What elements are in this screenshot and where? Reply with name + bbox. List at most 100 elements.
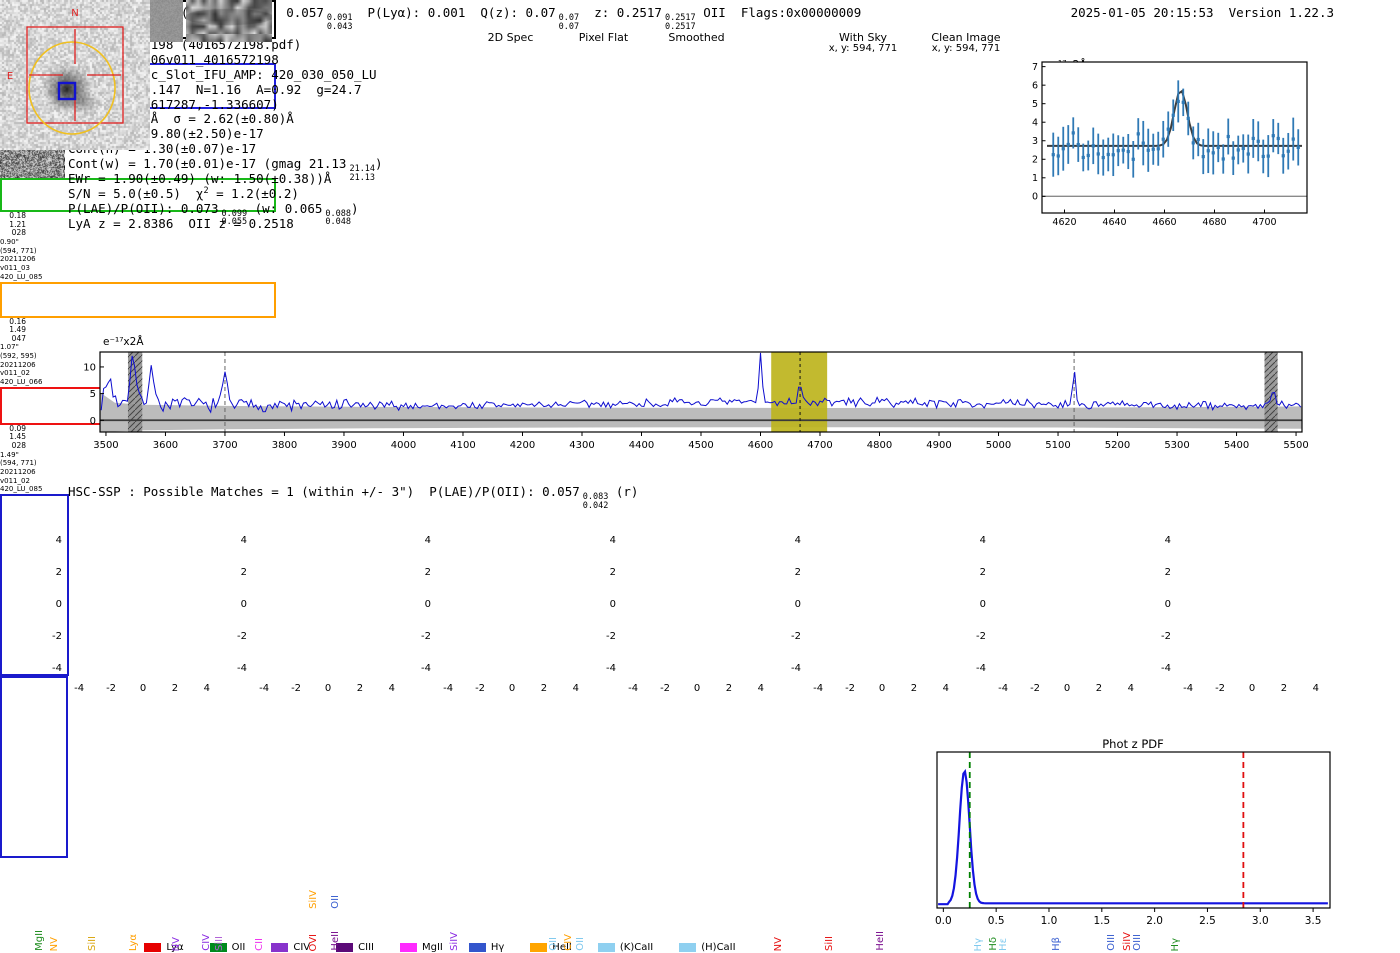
svg-text:5500: 5500 [1283,440,1308,451]
svg-text:4: 4 [1032,118,1038,129]
svg-text:3900: 3900 [331,440,356,451]
spec2d-row-left-label: 0.16 1.49 047 [9,316,26,343]
cutout-xtick: 2 [171,683,179,694]
emission-line-label: SiIV [308,890,319,909]
cutout-ytick: -4 [791,662,801,674]
cutout-xtick: 4 [1312,683,1320,694]
legend-item: OII [209,942,246,953]
emission-line-label: OII [330,895,341,909]
svg-text:5100: 5100 [1045,440,1070,451]
cutout-ytick: 4 [794,535,801,547]
svg-text:1.5: 1.5 [1093,915,1110,927]
legend-label: HeII [552,942,572,953]
photz-plot: 0.0 0.5 1.0 1.5 2.0 2.5 3.0 3.5 [935,751,1331,927]
cutout-ytick: -4 [52,662,62,674]
cutout-ytick: 0 [609,599,616,610]
cutout-ytick: 0 [1164,599,1171,610]
cutout-xtick: -2 [660,683,671,694]
svg-text:5400: 5400 [1224,440,1249,451]
cutout-ytick: 2 [240,567,247,579]
svg-text:3800: 3800 [272,440,297,451]
cutout-ytick: 4 [55,535,62,547]
spec2d-row-right-label: 1.49" (594, 771) 20211206 v011_02 420_LU… [0,450,43,494]
timestamp: 2025-01-05 20:15:53 [1070,5,1214,20]
cutout-xtick: -4 [259,683,270,694]
info-line: S/N = 5.0(±0.5) χ2 = 1.2(±0.2) [68,185,299,202]
svg-text:4700: 4700 [1252,217,1276,228]
svg-text:0.5: 0.5 [988,915,1005,927]
cutout-xtick: -4 [443,683,454,694]
svg-text:3.0: 3.0 [1252,915,1269,927]
svg-text:10: 10 [83,362,96,373]
legend-swatch [468,943,486,953]
svg-text:4640: 4640 [1102,217,1126,228]
hsc-cutout-overlay: NE [7,8,124,135]
cutout-ytick: 2 [55,567,62,579]
cutout-xtick: 4 [388,683,396,694]
cutout-ytick: 4 [609,535,616,547]
cutout-xtick: 2 [725,683,733,694]
legend-item: MgII [399,942,443,953]
cutout-ytick: -2 [237,630,247,642]
svg-text:4100: 4100 [450,440,475,451]
info-line: Cont(w) = 1.70(±0.01)e-17 (gmag 21.13 21.… [68,156,383,183]
cutout-ytick: 0 [424,599,431,610]
svg-text:7: 7 [1032,62,1038,73]
svg-text:2.0: 2.0 [1146,915,1163,927]
legend-swatch [597,943,615,953]
legend-item: Lyα [144,942,184,953]
cutout-xtick: 4 [757,683,765,694]
legend-swatch [271,943,289,953]
svg-text:5: 5 [90,389,96,400]
cutout-ytick: 0 [794,599,801,610]
photz-title: Phot z PDF [1102,737,1164,751]
svg-text:4660: 4660 [1152,217,1176,228]
legend-label: Hγ [490,942,505,953]
hsc-matches-line: HSC-SSP : Possible Matches = 1 (within +… [68,484,639,511]
svg-text:1.0: 1.0 [1041,915,1058,927]
legend-item: (K)CaII [597,942,654,953]
elixer-report-page: EW: 1.1±0.3Å P(LAE)/P(OII): 0.0570.0910.… [0,0,1400,953]
legend-label: (K)CaII [619,942,654,953]
legend-label: CIII [358,942,374,953]
col-header-smoothed: Smoothed [668,31,725,44]
cutout-xtick: 0 [693,683,701,694]
cutout-ytick: 2 [609,567,616,579]
cutout-ytick: 2 [794,567,801,579]
svg-text:4600: 4600 [748,440,773,451]
cutout-ytick: -2 [976,630,986,642]
cutout-xtick: 0 [878,683,886,694]
legend-item: (H)CaII [679,942,736,953]
legend-swatch [399,943,417,953]
cutout-xtick: 4 [203,683,211,694]
legend-label: OII [231,942,246,953]
svg-text:5200: 5200 [1105,440,1130,451]
svg-text:E: E [7,71,13,82]
svg-text:1: 1 [1032,173,1038,184]
cutout-xtick: -2 [106,683,117,694]
spec2d-row-right-label: 1.07" (592, 595) 20211206 v011_02 420_LU… [0,343,43,387]
cutout-ytick: 4 [1164,535,1171,547]
cutout-ytick: -4 [976,662,986,674]
header-datetime: 2025-01-05 20:15:53 Version 1.22.3 [1071,5,1334,20]
svg-text:2: 2 [1032,155,1038,166]
legend-label: (H)CaII [701,942,736,953]
svg-text:2.5: 2.5 [1199,915,1216,927]
svg-text:6: 6 [1032,81,1038,92]
svg-text:4620: 4620 [1052,217,1076,228]
svg-text:0.0: 0.0 [935,915,952,927]
svg-text:3.5: 3.5 [1305,915,1322,927]
svg-text:5000: 5000 [986,440,1011,451]
legend-label: CIV [293,942,311,953]
svg-text:4000: 4000 [391,440,416,451]
legend-swatch [144,943,162,953]
cutout-ytick: -2 [52,630,62,642]
legend-swatch [209,943,227,953]
cutout-ytick: 0 [979,599,986,610]
col-header-2dspec: 2D Spec [487,31,534,44]
svg-text:4300: 4300 [569,440,594,451]
cutout-xtick: -2 [291,683,302,694]
cutout-xtick: -2 [845,683,856,694]
cutout-xtick: 0 [139,683,147,694]
legend-item: CIII [336,942,374,953]
